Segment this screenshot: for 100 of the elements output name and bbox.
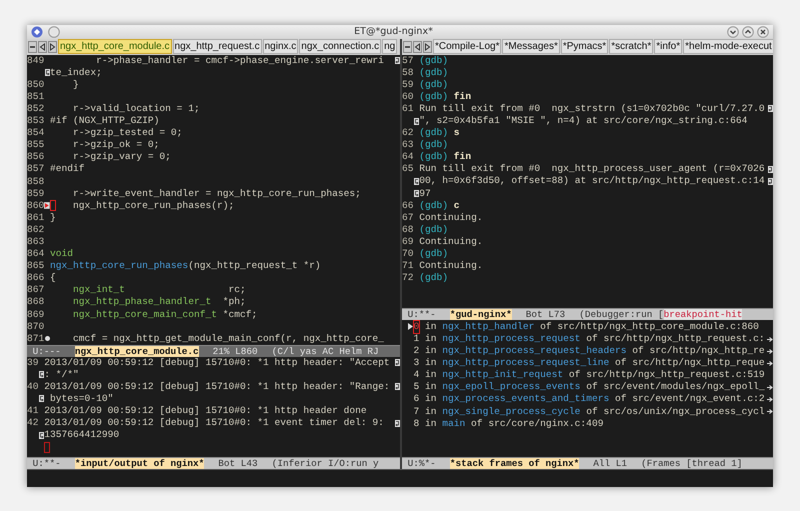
code-line: { [50, 272, 56, 284]
wrap-arrow-icon [768, 178, 773, 186]
wrap-arrow-icon [414, 190, 419, 198]
console-line: Run till exit from #0 ngx_strstrn (s1=0x702b0c "curl/7.27.0 [419, 102, 765, 115]
code-line: r->gzip_tested = 0; [72, 127, 182, 140]
buffer-tab[interactable]: ngx_http_core_module.c [58, 39, 172, 54]
console-line: (gdb) [419, 66, 448, 79]
line-number: 862 [27, 224, 44, 236]
console-line: (gdb) fin [419, 151, 472, 164]
console-line: (gdb) c [419, 200, 460, 212]
stack-frame[interactable]: in ngx_process_events_and_timers of src/event/ngx_event.c:2 [419, 393, 765, 406]
window-title: ET@*gud-nginx* [353, 26, 434, 38]
mode-list: (C/l yas AC Helm RJ [272, 346, 379, 357]
console-line: ", s2=0x4b5fa1 "MSIE ", n=4) at src/core/ngx_string.c:664 [419, 115, 748, 128]
code-line: #endif [50, 163, 85, 176]
mode-list: (Debugger:run [ [579, 308, 664, 320]
line-number: 861 [27, 212, 44, 224]
frame-number: 4 [414, 369, 420, 382]
code-line: ngx_http_core_run_phases(ngx_http_request_t *r) [50, 260, 321, 272]
buffer-tab[interactable]: ngx_connection.c [299, 39, 382, 54]
stack-frame[interactable]: in ngx_epoll_process_events of src/event/modules/ngx_epoll_ [419, 381, 765, 394]
line-number: 869 [27, 308, 44, 321]
console-line: Continuing. [419, 260, 483, 272]
line-number: 58 [402, 66, 414, 79]
code-line: ngx_http_core_run_phases(r); [50, 200, 234, 212]
console-line: (gdb) [419, 54, 448, 67]
minus-icon[interactable] [403, 40, 412, 53]
status-flag: breakpoint-hit [664, 308, 742, 320]
line-number: 868 [27, 296, 44, 309]
code-line: r->gzip_ok = 0; [72, 139, 160, 152]
line-number: 66 [402, 200, 414, 212]
position-text: Bot L43 [218, 458, 258, 469]
wrap-arrow-icon [768, 166, 773, 173]
stack-frame[interactable]: in main of src/core/nginx.c:409 [419, 418, 604, 430]
buffer-status: U:%*- [406, 458, 437, 469]
line-number: 864 [27, 248, 44, 260]
line-number: 57 [402, 54, 414, 67]
console-line: (gdb) [419, 224, 448, 236]
stack-frame[interactable]: in ngx_http_process_request_headers of src/http/ngx_http_re [419, 345, 765, 358]
console-line: 97 [419, 188, 431, 200]
line-number: 64 [402, 151, 414, 164]
code-line: ngx_int_t rc; [72, 284, 246, 296]
code-line: 2013/01/09 00:59:12 [debug] 15710#0: *1 http header: "Range: [44, 380, 390, 393]
buffer-name: *input/output of nginx* [74, 458, 204, 469]
code-line: ngx_http_core_main_conf_t *cmcf; [72, 308, 258, 321]
wrap-arrow-icon [768, 105, 773, 112]
scroll-right-icon[interactable] [423, 40, 432, 53]
stack-frame[interactable]: in ngx_http_process_request of src/http/ngx_http_request.c: [419, 333, 765, 346]
code-line: #if (NGX_HTTP_GZIP) [50, 115, 160, 128]
code-line: } [72, 78, 79, 91]
line-number: 866 [27, 272, 44, 284]
code-line: te_index; [50, 66, 102, 79]
scroll-right-icon[interactable] [48, 40, 57, 53]
code-line: cmcf = ngx_http_get_module_main_conf(r, ngx_http_core_ [72, 332, 384, 345]
code-line: ngx_http_phase_handler_t *ph; [72, 296, 246, 309]
frame-number: 7 [414, 406, 420, 418]
close-icon[interactable] [757, 26, 769, 38]
code-line: 1357664412990 [44, 429, 120, 442]
code-line: } [50, 212, 56, 224]
console-line: Continuing. [419, 236, 483, 248]
line-number: 63 [402, 139, 414, 152]
buffer-tab[interactable]: nginx.c [262, 39, 298, 54]
app-icon [31, 26, 43, 38]
frame-number: 8 [414, 418, 420, 430]
code-line: r->valid_location = 1; [72, 102, 200, 116]
wrap-arrow-icon [414, 118, 419, 125]
line-number: 849 [27, 54, 44, 67]
line-number: 41 [27, 404, 38, 418]
line-number: 42 [27, 417, 38, 430]
maximize-icon[interactable] [742, 26, 754, 38]
buffer-tab[interactable]: *info* [654, 39, 682, 54]
stack-frame[interactable]: in ngx_http_init_request of src/http/ngx_http_request.c:519 [419, 369, 765, 382]
stack-frame[interactable]: in ngx_single_process_cycle of src/os/unix/ngx_process_cycl [419, 406, 765, 418]
buffer-tab[interactable]: ng [382, 39, 398, 54]
console-line: (gdb) fin [419, 90, 472, 103]
code-line: 2013/01/09 00:59:12 [debug] 15710#0: *1 event timer del: 9: [44, 417, 385, 430]
line-number: 67 [402, 212, 414, 224]
minus-icon[interactable] [28, 40, 37, 53]
line-number: 70 [402, 248, 414, 260]
stack-frame[interactable]: in ngx_http_process_request_line of src/http/ngx_http_reque [419, 357, 765, 370]
buffer-tab[interactable]: *helm-mode-execut [683, 39, 773, 54]
stack-frame[interactable]: in ngx_http_handler of src/http/ngx_http_core_module.c:860 [419, 320, 759, 333]
minimize-icon[interactable] [727, 26, 739, 38]
buffer-tab[interactable]: *Pymacs* [560, 39, 608, 54]
frame-number: 0 [414, 320, 420, 333]
mode-list: (Inferior I/O:run y [272, 458, 379, 469]
position-text: All L1 [593, 458, 628, 469]
buffer-tab[interactable]: ngx_http_request.c [172, 39, 262, 54]
console-line: 00, h=0x6f3d50, offset=88) at src/http/ngx_http_request.c:14 [419, 175, 765, 188]
line-number: 855 [27, 139, 44, 152]
buffer-tab[interactable]: *Messages* [502, 39, 560, 54]
code-line: void [50, 248, 74, 260]
scroll-left-icon[interactable] [413, 40, 422, 53]
mode-list: (Frames [thread 1] [641, 458, 742, 469]
scroll-left-icon[interactable] [38, 40, 47, 53]
line-number: 854 [27, 127, 44, 140]
buffer-tab[interactable]: *scratch* [609, 39, 654, 54]
line-number: 61 [402, 102, 414, 115]
buffer-tab[interactable]: *Compile-Log* [433, 39, 502, 54]
line-number: 865 [27, 260, 44, 272]
